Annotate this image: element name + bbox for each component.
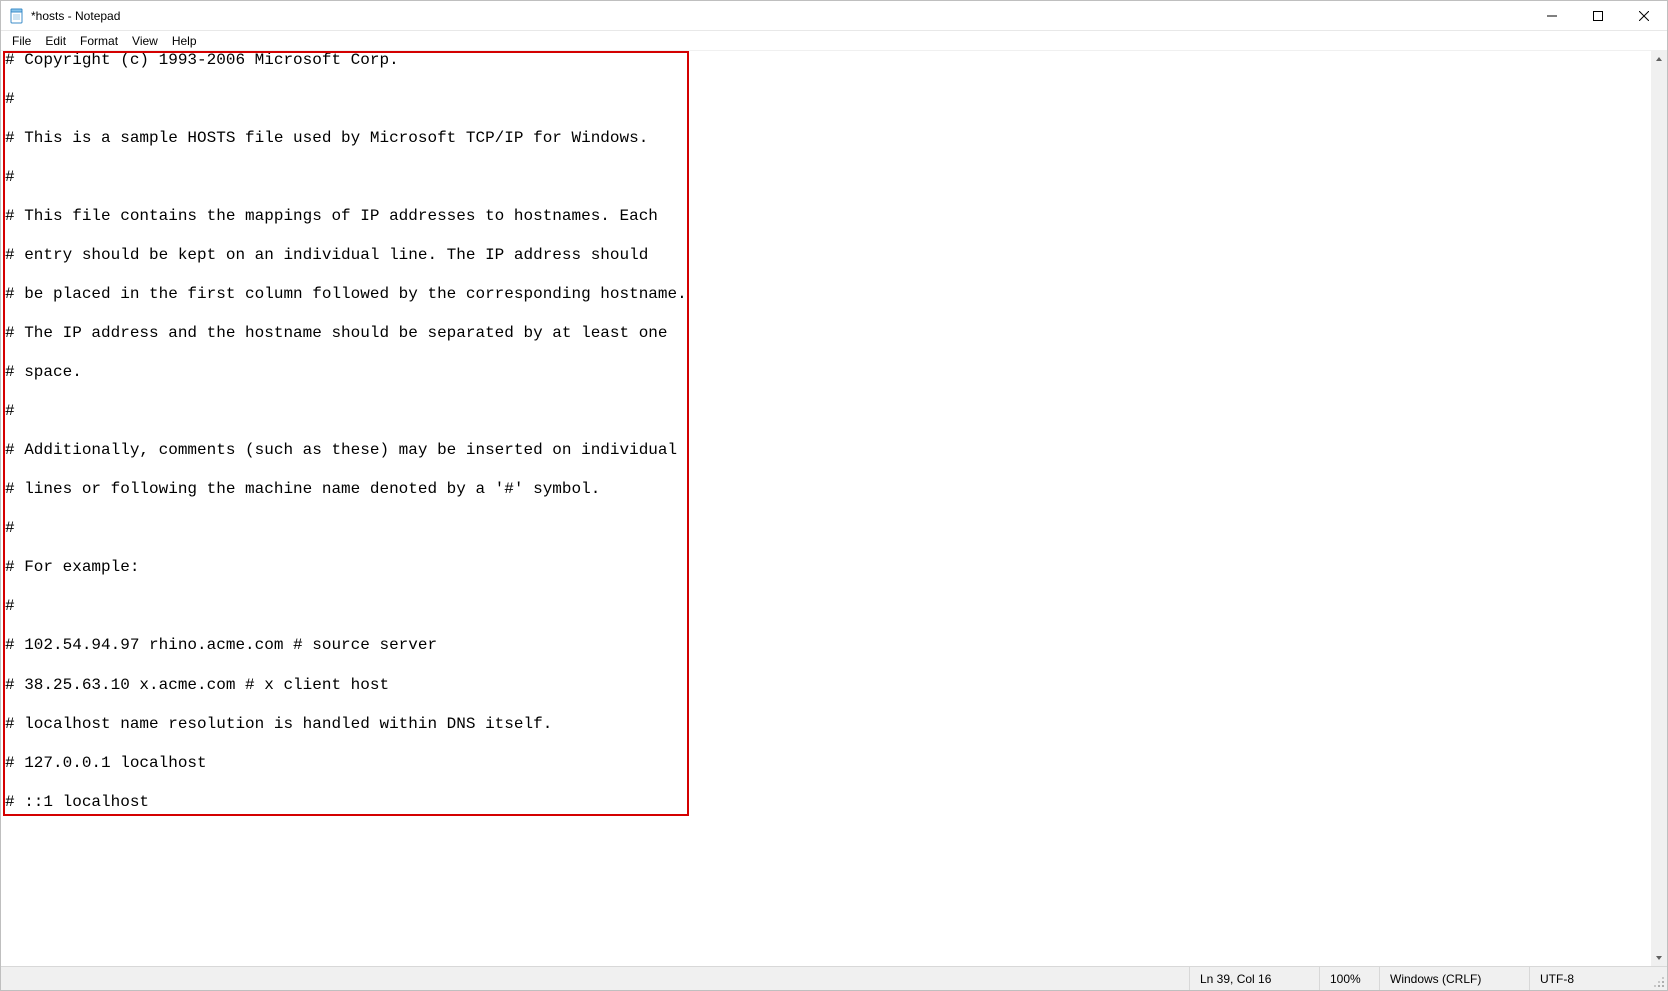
menu-view[interactable]: View (125, 33, 165, 49)
notepad-window: *hosts - Notepad File Edit Format View H… (0, 0, 1668, 991)
menu-file[interactable]: File (5, 33, 38, 49)
status-position: Ln 39, Col 16 (1189, 967, 1319, 990)
vertical-scrollbar[interactable] (1651, 51, 1667, 966)
menu-format[interactable]: Format (73, 33, 125, 49)
window-title: *hosts - Notepad (31, 9, 1529, 23)
content-area: # Copyright (c) 1993-2006 Microsoft Corp… (1, 51, 1667, 966)
menubar: File Edit Format View Help (1, 31, 1667, 51)
notepad-icon (9, 8, 25, 24)
statusbar: Ln 39, Col 16 100% Windows (CRLF) UTF-8 (1, 966, 1667, 990)
titlebar: *hosts - Notepad (1, 1, 1667, 31)
status-line-ending: Windows (CRLF) (1379, 967, 1529, 990)
text-editor[interactable]: # Copyright (c) 1993-2006 Microsoft Corp… (1, 51, 1651, 966)
minimize-button[interactable] (1529, 1, 1575, 30)
status-encoding: UTF-8 (1529, 967, 1649, 990)
maximize-button[interactable] (1575, 1, 1621, 30)
window-controls (1529, 1, 1667, 30)
status-zoom: 100% (1319, 967, 1379, 990)
status-spacer (1, 967, 1189, 990)
menu-help[interactable]: Help (165, 33, 204, 49)
scroll-down-icon[interactable] (1651, 950, 1667, 966)
close-button[interactable] (1621, 1, 1667, 30)
menu-edit[interactable]: Edit (38, 33, 73, 49)
scroll-up-icon[interactable] (1651, 51, 1667, 67)
resize-grip-icon[interactable] (1649, 967, 1667, 990)
